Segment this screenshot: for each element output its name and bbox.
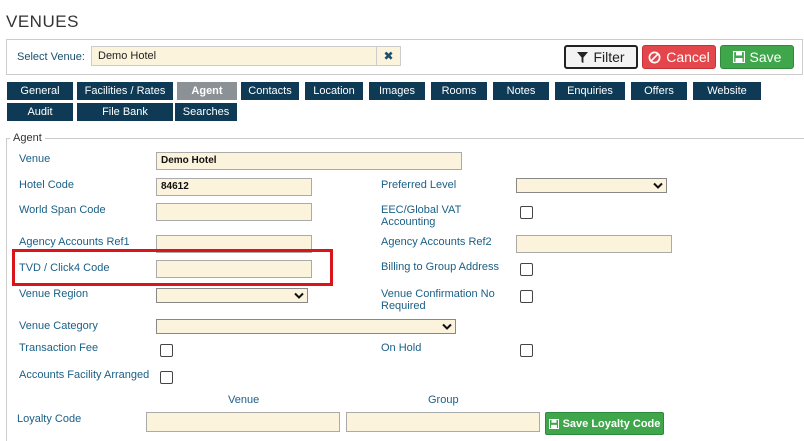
tab-location[interactable]: Location [305, 82, 363, 100]
venue-select[interactable]: Demo Hotel [91, 46, 377, 66]
tab-images[interactable]: Images [369, 82, 425, 100]
loyalty-venue-column-header: Venue [228, 394, 260, 406]
save-button[interactable]: Save [720, 45, 794, 69]
eec-global-vat-checkbox[interactable] [520, 206, 533, 219]
cancel-icon [648, 51, 661, 63]
on-hold-label: On Hold [381, 342, 422, 354]
agency-accounts-ref2-label: Agency Accounts Ref2 [381, 236, 492, 248]
tab-enquiries[interactable]: Enquiries [555, 82, 625, 100]
select-venue-label: Select Venue: [17, 51, 85, 63]
agency-accounts-ref1-label: Agency Accounts Ref1 [19, 236, 130, 248]
preferred-level-label: Preferred Level [381, 179, 457, 191]
tab-rooms[interactable]: Rooms [431, 82, 487, 100]
venue-confirmation-label: Venue Confirmation No Required [381, 288, 495, 312]
venue-category-select[interactable] [156, 319, 456, 334]
venue-region-select[interactable] [156, 288, 308, 303]
accounts-facility-checkbox[interactable] [160, 371, 173, 384]
floppy-disk-icon [548, 418, 559, 429]
loyalty-group-column-header: Group [428, 394, 459, 406]
tab-website[interactable]: Website [693, 82, 761, 100]
loyalty-venue-field[interactable] [146, 412, 340, 432]
filter-icon [577, 51, 589, 63]
cancel-button[interactable]: Cancel [642, 45, 716, 69]
venue-confirmation-checkbox[interactable] [520, 290, 533, 303]
loyalty-group-field[interactable] [346, 412, 540, 432]
page-title: VENUES [6, 12, 79, 31]
transaction-fee-label: Transaction Fee [19, 342, 99, 354]
filter-button-label: Filter [593, 49, 625, 65]
venue-selector-bar: Select Venue: Demo Hotel ✖ Filter Cancel… [6, 39, 803, 75]
venue-region-label: Venue Region [19, 288, 89, 300]
loyalty-code-label: Loyalty Code [17, 413, 82, 425]
tab-contacts[interactable]: Contacts [241, 82, 299, 100]
transaction-fee-checkbox[interactable] [160, 344, 173, 357]
clear-venue-icon[interactable]: ✖ [377, 46, 401, 66]
eec-global-vat-label: EEC/Global VAT Accounting [381, 204, 462, 228]
chevron-down-icon [442, 323, 452, 330]
preferred-level-select[interactable] [516, 178, 667, 193]
tab-offers[interactable]: Offers [631, 82, 687, 100]
chevron-down-icon [294, 292, 304, 299]
billing-group-address-label: Billing to Group Address [381, 261, 500, 273]
world-span-code-label: World Span Code [19, 204, 106, 216]
cancel-button-label: Cancel [666, 49, 710, 65]
agent-legend: Agent [10, 132, 45, 144]
tab-agent[interactable]: Agent [177, 82, 237, 100]
save-loyalty-code-button[interactable]: Save Loyalty Code [545, 412, 664, 435]
tab-notes[interactable]: Notes [493, 82, 549, 100]
floppy-disk-icon [732, 51, 745, 63]
billing-group-address-checkbox[interactable] [520, 263, 533, 276]
world-span-code-field[interactable] [156, 203, 312, 221]
tab-facilities-rates[interactable]: Facilities / Rates [77, 82, 173, 100]
tab-searches[interactable]: Searches [175, 103, 237, 121]
save-loyalty-code-label: Save Loyalty Code [562, 417, 661, 430]
hotel-code-label: Hotel Code [19, 179, 75, 191]
save-button-label: Save [749, 49, 782, 65]
filter-button[interactable]: Filter [564, 45, 638, 69]
venue-name-field[interactable]: Demo Hotel [156, 152, 462, 170]
on-hold-checkbox[interactable] [520, 344, 533, 357]
venue-category-label: Venue Category [19, 320, 98, 332]
tab-file-bank[interactable]: File Bank [77, 103, 173, 121]
hotel-code-field[interactable]: 84612 [156, 178, 312, 196]
tab-audit[interactable]: Audit [7, 103, 73, 121]
accounts-facility-label: Accounts Facility Arranged [19, 369, 150, 381]
agency-accounts-ref2-field[interactable] [516, 235, 672, 253]
venue-label: Venue [19, 153, 51, 165]
tvd-highlight-box [12, 249, 333, 286]
tab-general[interactable]: General [7, 82, 73, 100]
chevron-down-icon [653, 182, 663, 189]
